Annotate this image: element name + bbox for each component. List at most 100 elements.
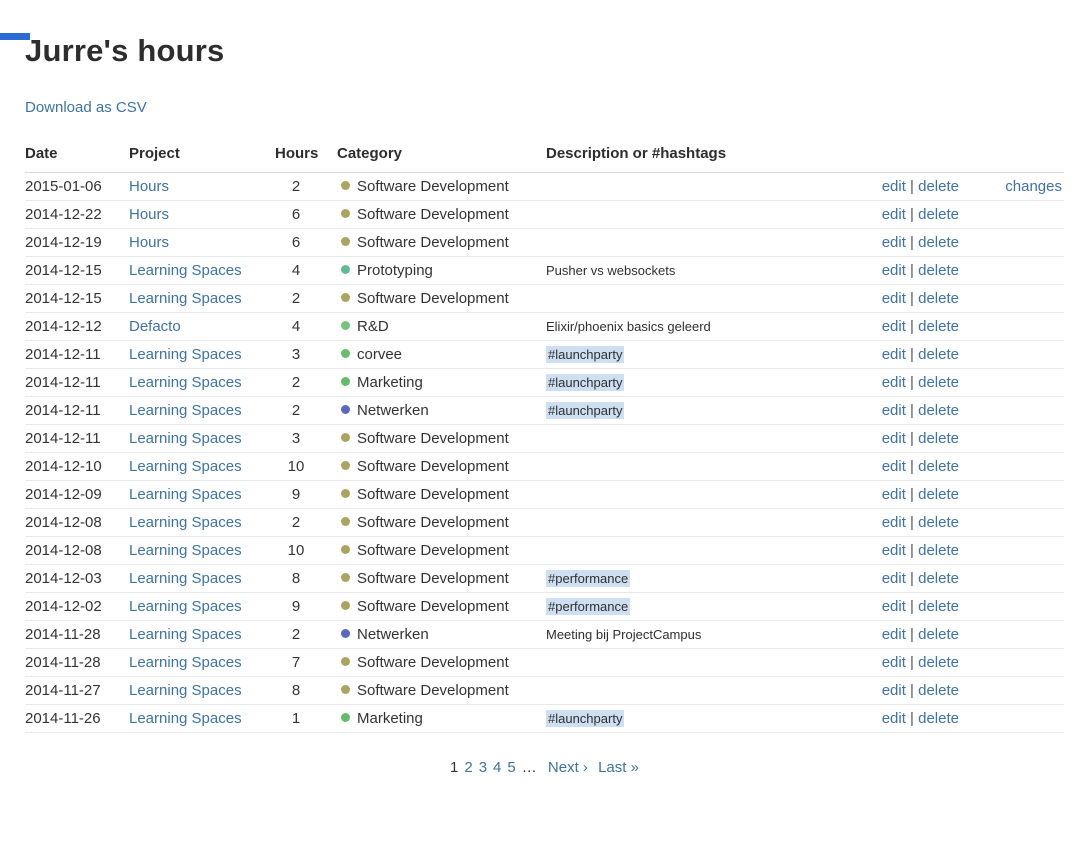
category-cell: Netwerken bbox=[337, 620, 546, 649]
changes-cell bbox=[961, 648, 1064, 677]
category-label: Software Development bbox=[357, 178, 509, 195]
row-date: 2014-11-28 bbox=[25, 620, 129, 649]
table-row: 2014-12-08 Learning Spaces 10 Software Deve… bbox=[25, 536, 1064, 565]
category-dot bbox=[341, 377, 350, 386]
delete-link[interactable]: delete bbox=[918, 402, 959, 419]
project-link[interactable]: Learning Spaces bbox=[129, 598, 242, 615]
project-link[interactable]: Learning Spaces bbox=[129, 402, 242, 419]
project-cell: Learning Spaces bbox=[129, 340, 275, 369]
project-link[interactable]: Learning Spaces bbox=[129, 710, 242, 727]
delete-link[interactable]: delete bbox=[918, 514, 959, 531]
delete-link[interactable]: delete bbox=[918, 486, 959, 503]
pagination-page-link[interactable]: 4 bbox=[493, 759, 501, 776]
row-date: 2014-12-09 bbox=[25, 480, 129, 509]
project-link[interactable]: Learning Spaces bbox=[129, 626, 242, 643]
edit-link[interactable]: edit bbox=[882, 654, 906, 671]
delete-link[interactable]: delete bbox=[918, 290, 959, 307]
table-row: 2014-12-15 Learning Spaces 2 Software Devel… bbox=[25, 284, 1064, 313]
project-link[interactable]: Learning Spaces bbox=[129, 682, 242, 699]
project-cell: Learning Spaces bbox=[129, 480, 275, 509]
category-label: corvee bbox=[357, 346, 403, 363]
col-header-date: Date bbox=[25, 139, 129, 173]
project-link[interactable]: Learning Spaces bbox=[129, 514, 242, 531]
edit-link[interactable]: edit bbox=[882, 514, 906, 531]
edit-link[interactable]: edit bbox=[882, 598, 906, 615]
project-cell: Hours bbox=[129, 228, 275, 257]
project-link[interactable]: Learning Spaces bbox=[129, 654, 242, 671]
row-date: 2014-12-08 bbox=[25, 536, 129, 565]
changes-link[interactable]: changes bbox=[1005, 178, 1062, 195]
row-hours: 2 bbox=[275, 620, 337, 649]
edit-link[interactable]: edit bbox=[882, 486, 906, 503]
delete-link[interactable]: delete bbox=[918, 262, 959, 279]
pagination-last-link[interactable]: Last » bbox=[598, 759, 639, 776]
edit-link[interactable]: edit bbox=[882, 206, 906, 223]
edit-link[interactable]: edit bbox=[882, 290, 906, 307]
edit-link[interactable]: edit bbox=[882, 262, 906, 279]
project-link[interactable]: Learning Spaces bbox=[129, 430, 242, 447]
actions-cell: edit | delete bbox=[790, 256, 961, 285]
delete-link[interactable]: delete bbox=[918, 346, 959, 363]
delete-link[interactable]: delete bbox=[918, 710, 959, 727]
edit-link[interactable]: edit bbox=[882, 318, 906, 335]
project-cell: Learning Spaces bbox=[129, 452, 275, 481]
pagination-page-link[interactable]: 2 bbox=[464, 759, 472, 776]
project-link[interactable]: Learning Spaces bbox=[129, 570, 242, 587]
project-link[interactable]: Learning Spaces bbox=[129, 346, 242, 363]
category-dot bbox=[341, 405, 350, 414]
delete-link[interactable]: delete bbox=[918, 430, 959, 447]
edit-link[interactable]: edit bbox=[882, 402, 906, 419]
project-link[interactable]: Hours bbox=[129, 178, 169, 195]
delete-link[interactable]: delete bbox=[918, 682, 959, 699]
pagination-page-link[interactable]: 5 bbox=[507, 759, 515, 776]
project-cell: Learning Spaces bbox=[129, 648, 275, 677]
delete-link[interactable]: delete bbox=[918, 570, 959, 587]
edit-link[interactable]: edit bbox=[882, 374, 906, 391]
category-dot bbox=[341, 461, 350, 470]
delete-link[interactable]: delete bbox=[918, 458, 959, 475]
project-link[interactable]: Learning Spaces bbox=[129, 542, 242, 559]
table-row: 2014-12-11 Learning Spaces 3 corvee #launchp… bbox=[25, 340, 1064, 369]
delete-link[interactable]: delete bbox=[918, 654, 959, 671]
project-link[interactable]: Defacto bbox=[129, 318, 181, 335]
row-hours: 8 bbox=[275, 564, 337, 593]
edit-link[interactable]: edit bbox=[882, 458, 906, 475]
edit-link[interactable]: edit bbox=[882, 682, 906, 699]
edit-link[interactable]: edit bbox=[882, 570, 906, 587]
delete-link[interactable]: delete bbox=[918, 542, 959, 559]
project-link[interactable]: Learning Spaces bbox=[129, 374, 242, 391]
category-label: Marketing bbox=[357, 374, 423, 391]
delete-link[interactable]: delete bbox=[918, 206, 959, 223]
project-link[interactable]: Hours bbox=[129, 234, 169, 251]
project-link[interactable]: Learning Spaces bbox=[129, 458, 242, 475]
project-cell: Learning Spaces bbox=[129, 256, 275, 285]
description-text: #launchparty bbox=[546, 710, 625, 727]
changes-cell bbox=[961, 228, 1064, 257]
actions-cell: edit | delete bbox=[790, 480, 961, 509]
edit-link[interactable]: edit bbox=[882, 178, 906, 195]
description-cell bbox=[546, 648, 790, 677]
edit-link[interactable]: edit bbox=[882, 430, 906, 447]
pagination-next-link[interactable]: Next › bbox=[548, 759, 588, 776]
edit-link[interactable]: edit bbox=[882, 710, 906, 727]
delete-link[interactable]: delete bbox=[918, 626, 959, 643]
delete-link[interactable]: delete bbox=[918, 598, 959, 615]
pagination-page-link[interactable]: 3 bbox=[479, 759, 487, 776]
action-separator: | bbox=[905, 710, 919, 727]
delete-link[interactable]: delete bbox=[918, 234, 959, 251]
project-link[interactable]: Learning Spaces bbox=[129, 486, 242, 503]
edit-link[interactable]: edit bbox=[882, 626, 906, 643]
project-link[interactable]: Hours bbox=[129, 206, 169, 223]
description-text: Pusher vs websockets bbox=[546, 263, 676, 278]
edit-link[interactable]: edit bbox=[882, 346, 906, 363]
project-cell: Learning Spaces bbox=[129, 536, 275, 565]
delete-link[interactable]: delete bbox=[918, 374, 959, 391]
download-csv-link[interactable]: Download as CSV bbox=[25, 99, 147, 116]
project-link[interactable]: Learning Spaces bbox=[129, 290, 242, 307]
delete-link[interactable]: delete bbox=[918, 318, 959, 335]
delete-link[interactable]: delete bbox=[918, 178, 959, 195]
edit-link[interactable]: edit bbox=[882, 234, 906, 251]
project-cell: Learning Spaces bbox=[129, 424, 275, 453]
edit-link[interactable]: edit bbox=[882, 542, 906, 559]
project-link[interactable]: Learning Spaces bbox=[129, 262, 242, 279]
